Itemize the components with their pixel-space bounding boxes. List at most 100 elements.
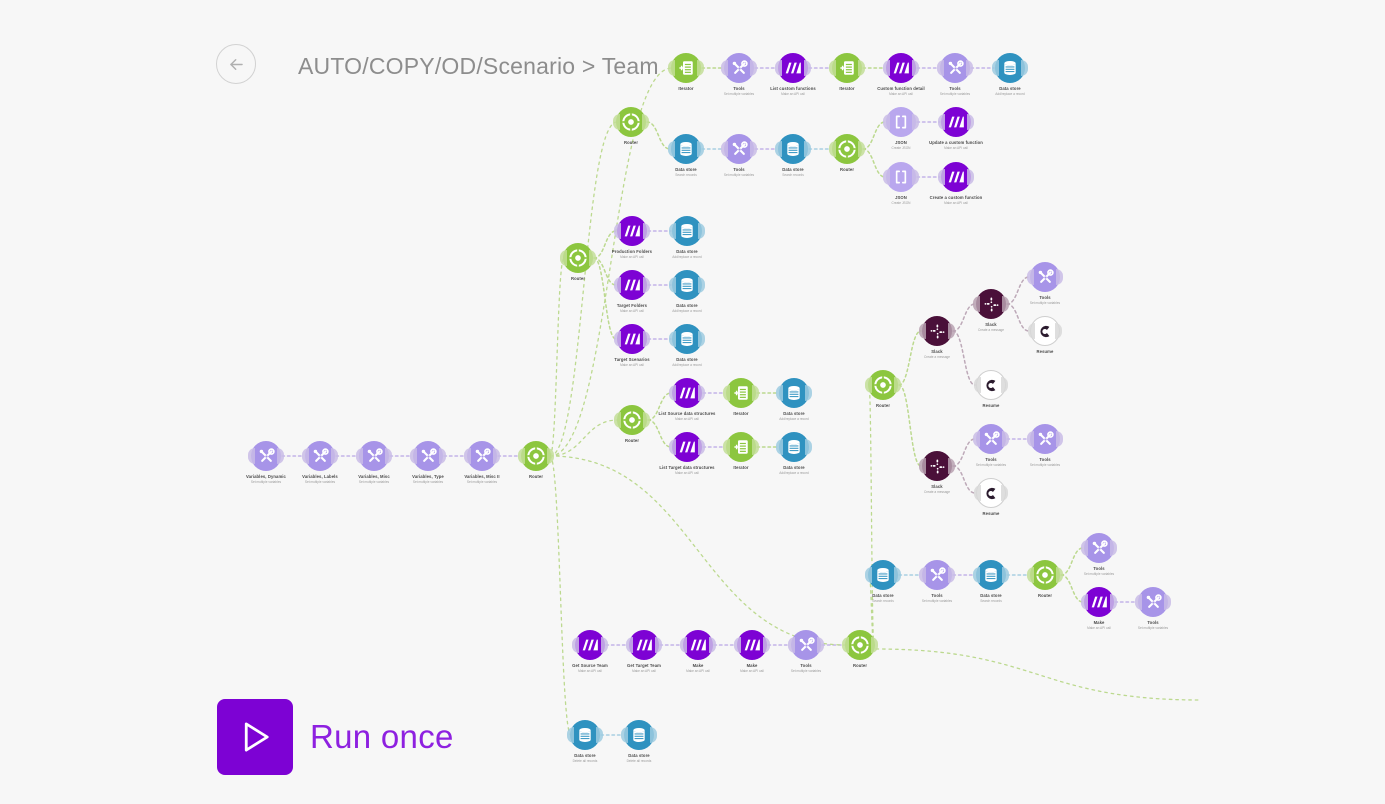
node-label: Tools Set multiple variables xyxy=(724,86,754,97)
datastore-icon[interactable] xyxy=(992,53,1028,83)
router-icon[interactable] xyxy=(1027,560,1063,590)
resume-icon[interactable] xyxy=(974,478,1008,508)
back-button[interactable] xyxy=(216,44,256,84)
router-icon[interactable] xyxy=(829,134,865,164)
make-icon[interactable] xyxy=(614,324,650,354)
make-icon[interactable] xyxy=(614,216,650,246)
router-icon[interactable] xyxy=(614,405,650,435)
make-icon[interactable] xyxy=(669,378,705,408)
tools-icon[interactable] xyxy=(1027,262,1063,292)
connector-right xyxy=(1056,567,1063,583)
connector-left xyxy=(974,377,981,393)
tools-icon[interactable] xyxy=(919,560,955,590)
connector-left xyxy=(776,385,783,401)
node-label: Iterator xyxy=(733,465,748,471)
node-label: Data store Add/replace a record xyxy=(672,249,702,260)
connection-line xyxy=(952,465,976,494)
connection-line xyxy=(593,230,617,259)
node-title: Router xyxy=(875,403,891,408)
make-icon[interactable] xyxy=(680,630,716,660)
make-icon[interactable] xyxy=(572,630,608,660)
tools-icon[interactable] xyxy=(356,441,392,471)
connector-left xyxy=(734,637,741,653)
scenario-canvas[interactable]: AUTO/COPY/OD/Scenario > Team Iterator To… xyxy=(0,0,1385,804)
tools-icon[interactable] xyxy=(973,424,1009,454)
tools-icon[interactable] xyxy=(1081,533,1117,563)
make-icon[interactable] xyxy=(938,162,974,192)
make-icon[interactable] xyxy=(775,53,811,83)
make-icon[interactable] xyxy=(669,432,705,462)
datastore-icon[interactable] xyxy=(776,378,812,408)
datastore-icon[interactable] xyxy=(865,560,901,590)
connection-line xyxy=(868,384,875,646)
iterator-icon[interactable] xyxy=(723,378,759,408)
resume-icon[interactable] xyxy=(974,370,1008,400)
iterator-icon[interactable] xyxy=(668,53,704,83)
router-icon[interactable] xyxy=(560,243,596,273)
tools-icon[interactable] xyxy=(1027,424,1063,454)
datastore-icon[interactable] xyxy=(776,432,812,462)
breadcrumb: AUTO/COPY/OD/Scenario > Team xyxy=(298,53,659,79)
slack-icon[interactable] xyxy=(919,451,955,481)
datastore-icon[interactable] xyxy=(775,134,811,164)
iterator-icon[interactable] xyxy=(829,53,865,83)
make-icon xyxy=(1091,596,1107,608)
node-label: Data store Search records xyxy=(782,167,804,178)
router-icon[interactable] xyxy=(613,107,649,137)
node-label: Create a custom function Make an API call xyxy=(930,195,983,206)
router-icon[interactable] xyxy=(865,370,901,400)
node-subtitle: Set multiple variables xyxy=(250,480,282,484)
tools-icon[interactable] xyxy=(248,441,284,471)
make-icon[interactable] xyxy=(626,630,662,660)
router-icon[interactable] xyxy=(842,630,878,660)
datastore-icon[interactable] xyxy=(621,720,657,750)
json-icon[interactable] xyxy=(883,107,919,137)
connector-right xyxy=(948,458,955,474)
node-title: Custom function detail xyxy=(877,86,925,91)
connector-right xyxy=(698,439,705,455)
node-subtitle: Set multiple variables xyxy=(358,480,390,484)
node-subtitle: Set multiple variables xyxy=(921,599,953,603)
make-icon[interactable] xyxy=(614,270,650,300)
tools-icon xyxy=(799,636,815,651)
datastore-icon[interactable] xyxy=(973,560,1009,590)
node-title: Router xyxy=(852,663,868,668)
tools-icon[interactable] xyxy=(788,630,824,660)
run-once-control[interactable]: Run once xyxy=(217,699,454,775)
datastore-icon[interactable] xyxy=(669,270,705,300)
tools-icon xyxy=(1038,268,1054,283)
node-title: Target Scenarios xyxy=(614,357,650,362)
node-title: Tools xyxy=(985,457,997,462)
run-once-button[interactable] xyxy=(217,699,293,775)
datastore-icon[interactable] xyxy=(567,720,603,750)
node-title: JSON xyxy=(895,195,907,200)
tools-icon[interactable] xyxy=(721,134,757,164)
tools-icon[interactable] xyxy=(464,441,500,471)
make-icon[interactable] xyxy=(938,107,974,137)
resume-icon[interactable] xyxy=(1028,316,1062,346)
iterator-icon[interactable] xyxy=(723,432,759,462)
node-label: Resume xyxy=(983,403,1000,409)
tools-icon xyxy=(313,447,329,462)
json-icon[interactable] xyxy=(883,162,919,192)
tools-icon[interactable] xyxy=(1135,587,1171,617)
connector-left xyxy=(723,385,730,401)
tools-icon xyxy=(930,566,946,581)
slack-icon[interactable] xyxy=(919,316,955,346)
tools-icon[interactable] xyxy=(302,441,338,471)
router-icon[interactable] xyxy=(518,441,554,471)
connector-left xyxy=(992,60,999,76)
datastore-icon[interactable] xyxy=(669,216,705,246)
tools-icon[interactable] xyxy=(721,53,757,83)
make-icon[interactable] xyxy=(734,630,770,660)
make-icon[interactable] xyxy=(1081,587,1117,617)
connector-left xyxy=(464,448,471,464)
slack-icon[interactable] xyxy=(973,289,1009,319)
tools-icon[interactable] xyxy=(410,441,446,471)
node-subtitle: Search records xyxy=(980,599,1002,603)
router-icon xyxy=(623,411,641,429)
datastore-icon[interactable] xyxy=(668,134,704,164)
make-icon[interactable] xyxy=(883,53,919,83)
tools-icon[interactable] xyxy=(937,53,973,83)
datastore-icon[interactable] xyxy=(669,324,705,354)
